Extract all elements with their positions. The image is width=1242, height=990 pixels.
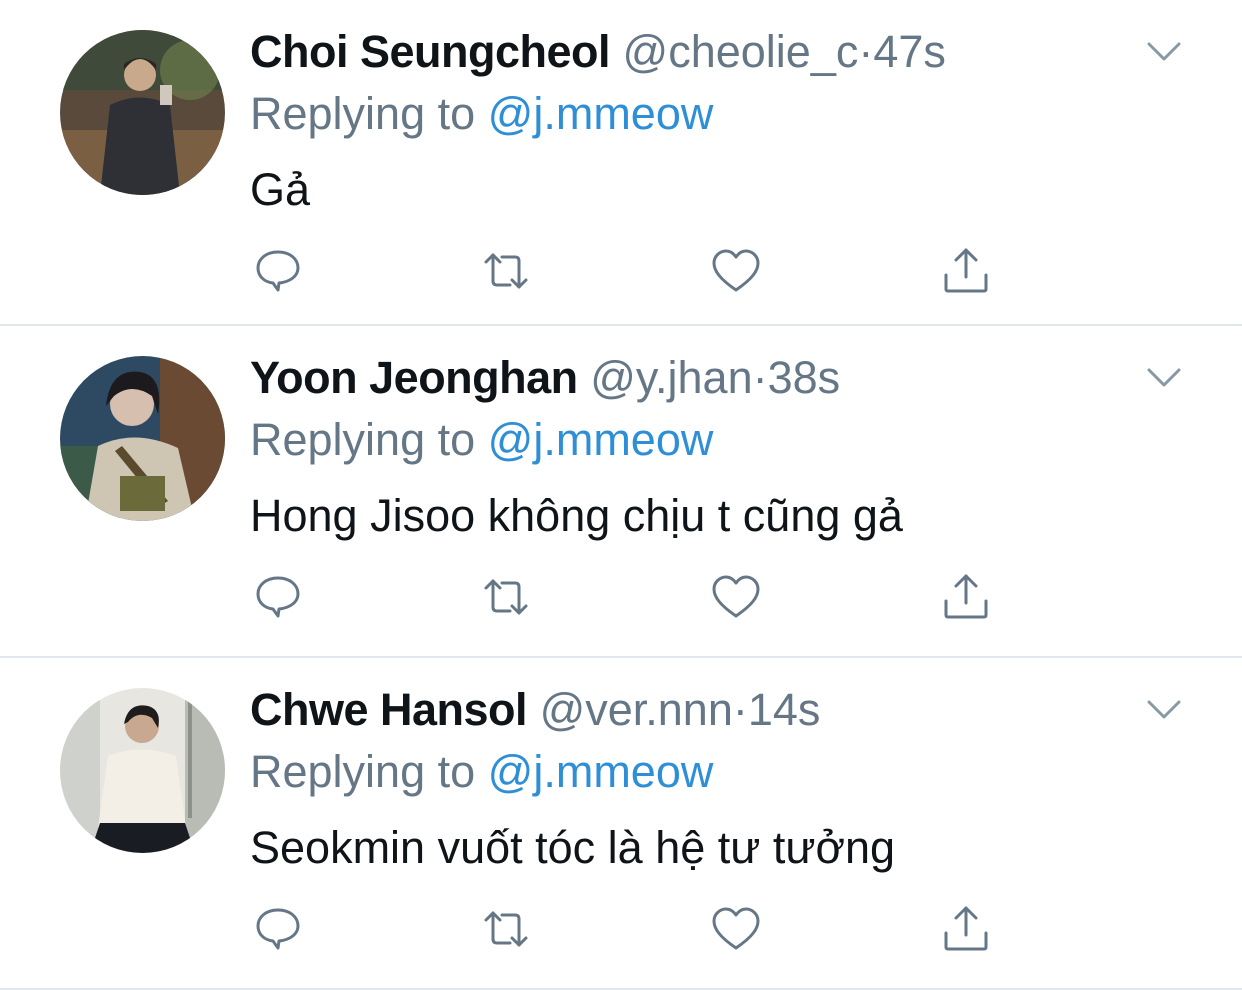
like-icon[interactable] [710, 245, 762, 297]
tweet-text: Gả [250, 164, 311, 215]
tweet-item[interactable]: Yoon Jeonghan @y.jhan·38s Replying to @j… [0, 326, 1242, 658]
separator-dot: · [858, 26, 874, 77]
avatar[interactable] [60, 30, 225, 195]
reply-icon[interactable] [252, 245, 304, 297]
timestamp[interactable]: 47s [873, 26, 946, 77]
tweet-header: Yoon Jeonghan @y.jhan·38s [250, 350, 840, 406]
tweet-text: Hong Jisoo không chịu t cũng gả [250, 490, 903, 541]
chevron-down-icon[interactable] [1146, 40, 1182, 64]
user-handle[interactable]: @y.jhan [590, 352, 752, 403]
replying-to-line: Replying to @j.mmeow [250, 744, 713, 800]
retweet-icon[interactable] [480, 571, 532, 623]
replying-prefix: Replying to [250, 88, 476, 139]
tweet-item[interactable]: Choi Seungcheol @cheolie_c·47s Replying … [0, 0, 1242, 326]
tweet-header: Choi Seungcheol @cheolie_c·47s [250, 24, 946, 80]
reply-icon[interactable] [252, 903, 304, 955]
mention-link[interactable]: @j.mmeow [488, 414, 714, 465]
display-name[interactable]: Choi Seungcheol [250, 26, 611, 77]
replying-to-line: Replying to @j.mmeow [250, 86, 713, 142]
reply-icon[interactable] [252, 571, 304, 623]
timestamp[interactable]: 14s [748, 684, 821, 735]
chevron-down-icon[interactable] [1146, 698, 1182, 722]
tweet-feed: Choi Seungcheol @cheolie_c·47s Replying … [0, 0, 1242, 990]
mention-link[interactable]: @j.mmeow [488, 88, 714, 139]
like-icon[interactable] [710, 903, 762, 955]
share-icon[interactable] [940, 571, 992, 623]
tweet-item[interactable]: Chwe Hansol @ver.nnn·14s Replying to @j.… [0, 658, 1242, 990]
share-icon[interactable] [940, 903, 992, 955]
tweet-actions [252, 571, 1012, 623]
avatar[interactable] [60, 356, 225, 521]
timestamp[interactable]: 38s [768, 352, 841, 403]
tweet-text: Seokmin vuốt tóc là hệ tư tưởng [250, 822, 896, 873]
replying-prefix: Replying to [250, 746, 476, 797]
chevron-down-icon[interactable] [1146, 366, 1182, 390]
user-handle[interactable]: @ver.nnn [540, 684, 733, 735]
tweet-header: Chwe Hansol @ver.nnn·14s [250, 682, 820, 738]
retweet-icon[interactable] [480, 245, 532, 297]
display-name[interactable]: Chwe Hansol [250, 684, 528, 735]
display-name[interactable]: Yoon Jeonghan [250, 352, 578, 403]
avatar[interactable] [60, 688, 225, 853]
tweet-actions [252, 903, 1012, 955]
like-icon[interactable] [710, 571, 762, 623]
user-handle[interactable]: @cheolie_c [623, 26, 859, 77]
separator-dot: · [752, 352, 768, 403]
replying-to-line: Replying to @j.mmeow [250, 412, 713, 468]
tweet-actions [252, 245, 1012, 297]
mention-link[interactable]: @j.mmeow [488, 746, 714, 797]
share-icon[interactable] [940, 245, 992, 297]
separator-dot: · [732, 684, 748, 735]
retweet-icon[interactable] [480, 903, 532, 955]
replying-prefix: Replying to [250, 414, 476, 465]
